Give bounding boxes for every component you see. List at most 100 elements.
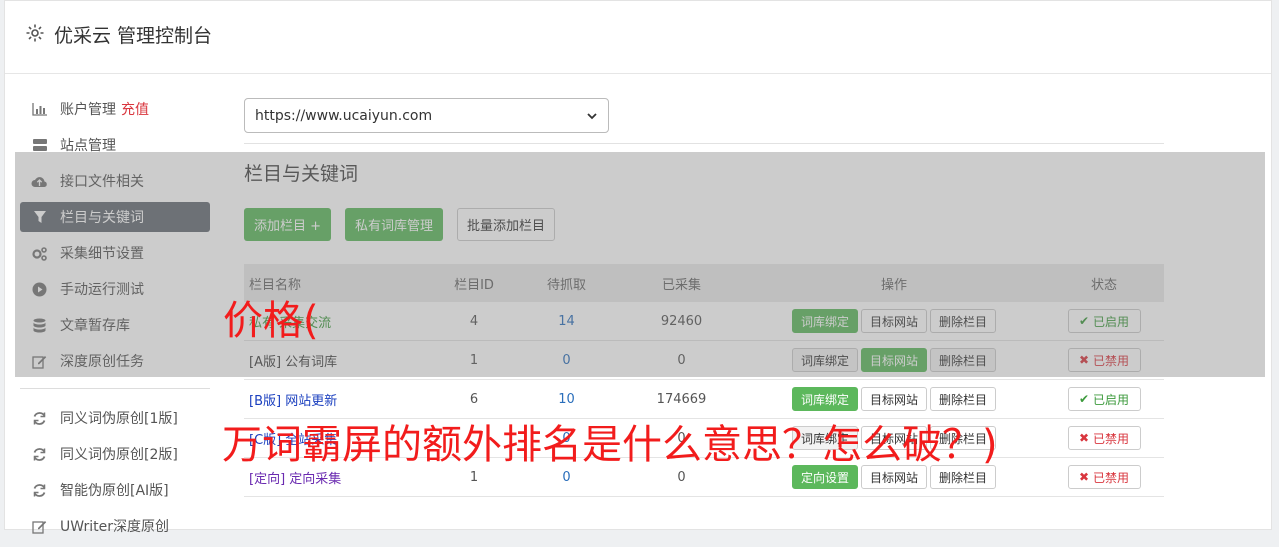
sidebar-item-sites[interactable]: 站点管理: [20, 130, 210, 160]
row-status: ✔ 已启用: [1044, 309, 1164, 333]
sidebar-item-synonym-v2[interactable]: 同义词伪原创[2版]: [20, 439, 210, 469]
close-icon: ✖: [1079, 470, 1090, 484]
delete-column-button[interactable]: 删除栏目: [930, 348, 997, 372]
sidebar-item-article-store[interactable]: 文章暂存库: [20, 310, 210, 340]
row-status: ✖ 已禁用: [1044, 426, 1164, 450]
table-row: 私有 采集交流 4 14 92460 词库绑定 目标网站 删除栏目 ✔ 已启用: [244, 302, 1164, 341]
sidebar-item-interface-files[interactable]: 接口文件相关: [20, 166, 210, 196]
collected-count: 0: [677, 352, 686, 368]
sidebar-item-uwriter[interactable]: UWriter深度原创: [20, 511, 210, 541]
status-enabled-button[interactable]: ✔ 已启用: [1067, 387, 1141, 411]
private-dictionary-button[interactable]: 私有词库管理: [345, 208, 444, 241]
row-status: ✖ 已禁用: [1044, 348, 1164, 372]
status-label: 已启用: [1092, 392, 1129, 407]
row-actions: 词库绑定 目标网站 删除栏目: [744, 309, 1044, 333]
chevron-down-icon: [587, 112, 597, 119]
sidebar-item-label: 深度原创任务: [60, 354, 144, 370]
target-site-button[interactable]: 目标网站: [860, 309, 927, 333]
sidebar-item-label: 智能伪原创[AI版]: [60, 483, 169, 499]
status-label: 已启用: [1092, 314, 1129, 329]
database-icon: [31, 317, 48, 334]
sidebar-item-synonym-v1[interactable]: 同义词伪原创[1版]: [20, 403, 210, 433]
column-name[interactable]: [B版] 网站更新: [244, 390, 434, 409]
refresh-icon: [31, 482, 48, 499]
sidebar-item-columns-keywords[interactable]: 栏目与关键词: [20, 202, 210, 232]
column-id: 1: [469, 469, 479, 485]
gear-icon[interactable]: [25, 23, 45, 43]
sidebar-item-ai-rewrite[interactable]: 智能伪原创[AI版]: [20, 475, 210, 505]
status-disabled-button[interactable]: ✖ 已禁用: [1067, 465, 1141, 489]
play-circle-icon: [31, 281, 48, 298]
sidebar-item-label: 采集细节设置: [60, 246, 144, 262]
batch-add-column-button[interactable]: 批量添加栏目: [457, 208, 556, 241]
refresh-icon: [31, 446, 48, 463]
edit-icon: [31, 353, 48, 370]
add-column-button[interactable]: 添加栏目 +: [244, 208, 332, 241]
close-icon: ✖: [1079, 353, 1090, 367]
table-header: 栏目名称 栏目ID 待抓取 已采集 操作 状态: [244, 264, 1164, 302]
bind-dictionary-button[interactable]: 词库绑定: [791, 309, 858, 333]
col-header-collected: 已采集: [661, 277, 701, 293]
bind-dictionary-button[interactable]: 词库绑定: [791, 348, 858, 372]
sidebar-item-label: 站点管理: [60, 138, 116, 154]
check-icon: ✔: [1079, 314, 1090, 328]
pending-count[interactable]: 14: [514, 314, 619, 329]
collected-count: 0: [677, 469, 686, 485]
status-label: 已禁用: [1092, 353, 1129, 368]
site-select-value: https://www.ucaiyun.com: [255, 107, 433, 124]
refresh-icon: [31, 410, 48, 427]
pending-count[interactable]: 0: [514, 470, 619, 485]
target-site-button[interactable]: 目标网站: [860, 348, 927, 372]
cogs-icon: [31, 245, 48, 262]
close-icon: ✖: [1079, 431, 1090, 445]
sidebar-item-manual-run[interactable]: 手动运行测试: [20, 274, 210, 304]
col-header-status: 状态: [1090, 277, 1117, 293]
cloud-upload-icon: [31, 173, 48, 190]
edit-icon: [31, 518, 48, 535]
column-name[interactable]: [A版] 公有词库: [244, 351, 434, 370]
collected-count: 174669: [656, 391, 707, 407]
sidebar-divider: [20, 388, 210, 389]
column-name[interactable]: [定向] 定向采集: [244, 468, 434, 487]
table-row: [A版] 公有词库 1 0 0 词库绑定 目标网站 删除栏目 ✖ 已禁用: [244, 341, 1164, 380]
col-header-actions: 操作: [880, 277, 907, 293]
row-actions: 词库绑定 目标网站 删除栏目: [744, 348, 1044, 372]
section-title: 栏目与关键词: [244, 163, 359, 185]
delete-column-button[interactable]: 删除栏目: [930, 387, 997, 411]
column-id: 6: [469, 391, 479, 407]
sidebar-item-label: 文章暂存库: [60, 318, 130, 334]
column-id: 1: [469, 352, 479, 368]
sidebar-item-label: 接口文件相关: [60, 174, 144, 190]
row-actions: 词库绑定 目标网站 删除栏目: [744, 387, 1044, 411]
recharge-link[interactable]: 充值: [121, 99, 149, 119]
col-header-pending: 待抓取: [546, 277, 586, 293]
pending-count[interactable]: 0: [514, 353, 619, 368]
pending-count[interactable]: 10: [514, 392, 619, 407]
row-status: ✔ 已启用: [1044, 387, 1164, 411]
check-icon: ✔: [1079, 392, 1090, 406]
delete-column-button[interactable]: 删除栏目: [930, 309, 997, 333]
sidebar-item-deep-original[interactable]: 深度原创任务: [20, 346, 210, 376]
sidebar: 账户管理 充值 站点管理 接口文件相关 栏目与关键词 采集细节设置 手动运行测试…: [20, 94, 210, 547]
status-disabled-button[interactable]: ✖ 已禁用: [1067, 426, 1141, 450]
divider: [244, 143, 1164, 144]
status-enabled-button[interactable]: ✔ 已启用: [1067, 309, 1141, 333]
watermark-text: 价格(: [223, 298, 319, 344]
sidebar-item-label: 账户管理: [60, 102, 116, 118]
sidebar-item-collect-settings[interactable]: 采集细节设置: [20, 238, 210, 268]
sidebar-item-label: 手动运行测试: [60, 282, 144, 298]
target-site-button[interactable]: 目标网站: [860, 387, 927, 411]
status-label: 已禁用: [1092, 470, 1129, 485]
bar-chart-icon: [31, 101, 48, 118]
col-header-id: 栏目ID: [454, 277, 494, 293]
sidebar-item-account[interactable]: 账户管理 充值: [20, 94, 210, 124]
toolbar: 添加栏目 + 私有词库管理 批量添加栏目: [244, 208, 556, 241]
row-status: ✖ 已禁用: [1044, 465, 1164, 489]
bind-dictionary-button[interactable]: 词库绑定: [791, 387, 858, 411]
sidebar-item-label: 栏目与关键词: [60, 210, 144, 226]
sidebar-item-label: 同义词伪原创[1版]: [60, 411, 178, 427]
watermark-text: 万词霸屏的额外排名是什么意思？怎么破？): [222, 422, 998, 468]
status-disabled-button[interactable]: ✖ 已禁用: [1067, 348, 1141, 372]
collected-count: 92460: [660, 313, 703, 329]
site-select[interactable]: https://www.ucaiyun.com: [244, 98, 609, 133]
